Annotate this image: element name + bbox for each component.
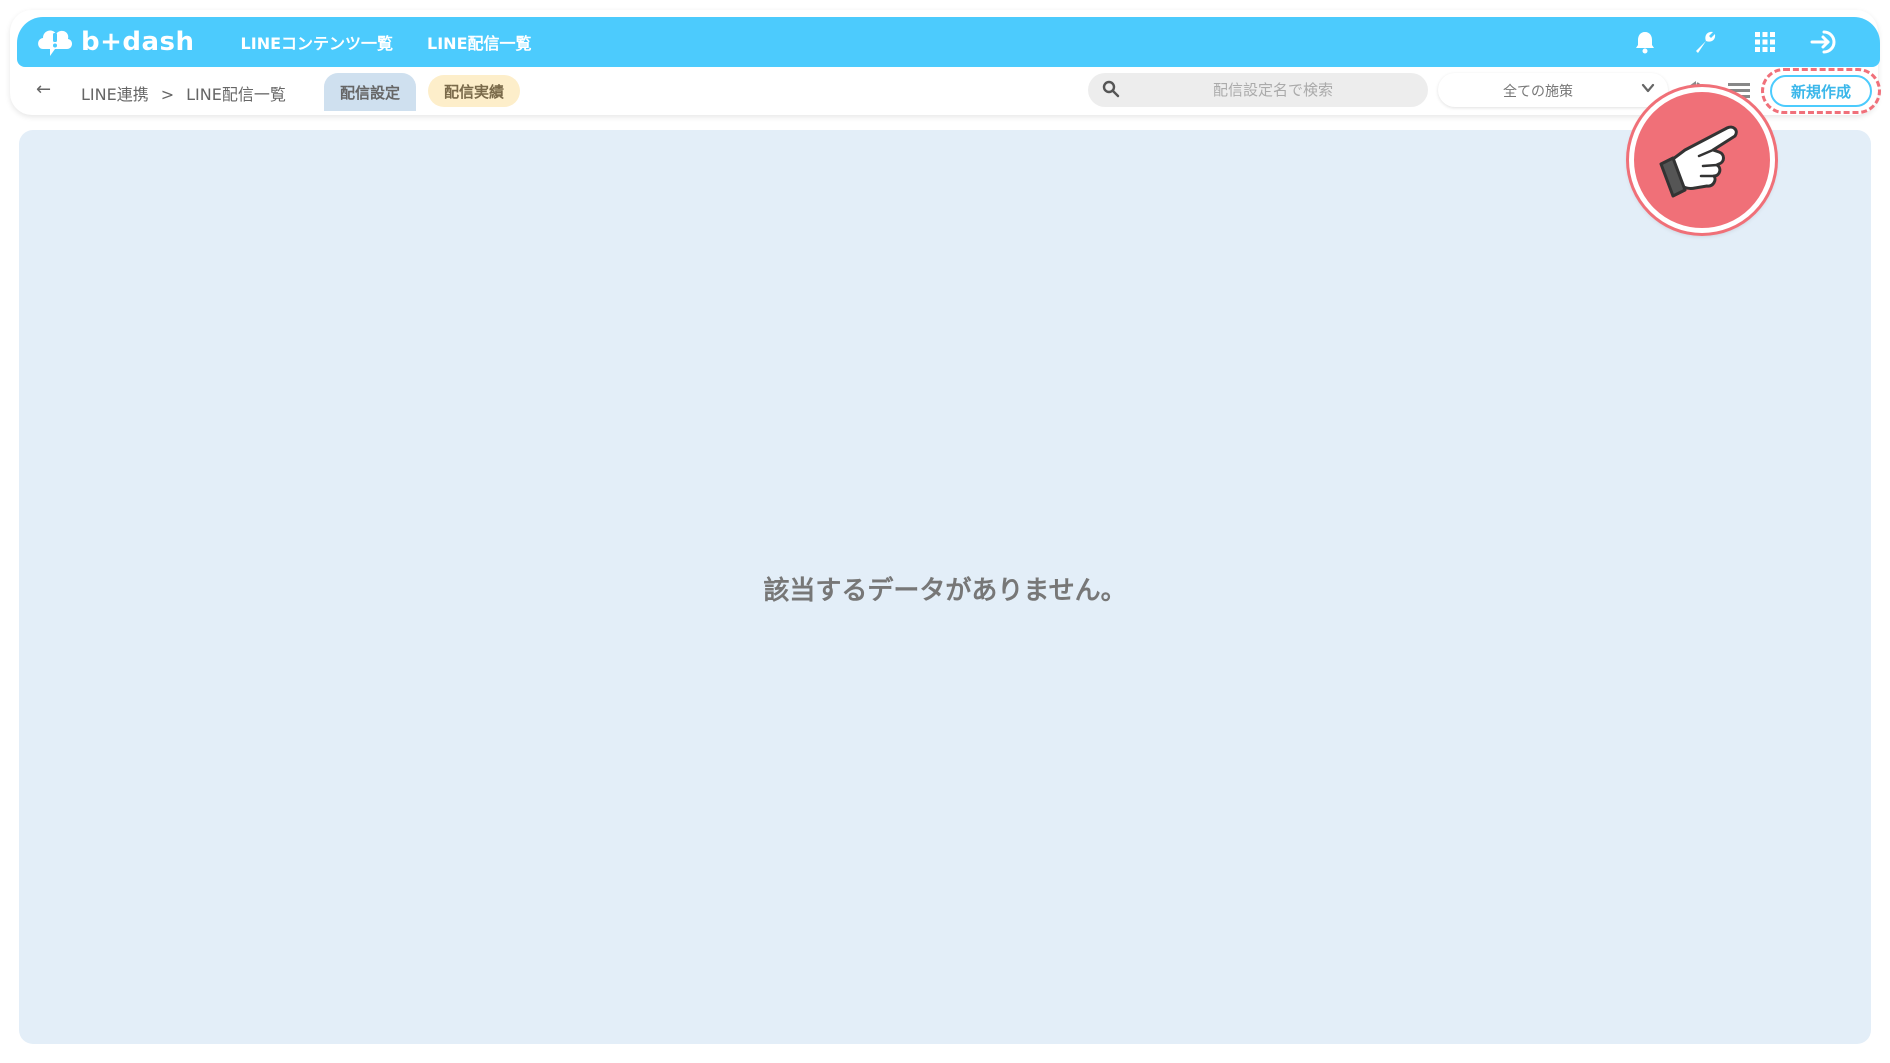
chevron-down-icon — [1641, 83, 1655, 93]
logout-icon[interactable] — [1810, 27, 1840, 57]
empty-state-message: 該当するデータがありません。 — [763, 576, 1127, 606]
search-input[interactable] — [1128, 73, 1418, 107]
search-box — [1088, 73, 1428, 107]
tab-delivery-settings[interactable]: 配信設定 — [324, 73, 417, 111]
campaign-filter-select[interactable]: 全ての施策 — [1438, 73, 1668, 107]
sub-toolbar: ← LINE連携 > LINE配信一覧 配信設定 配信実績 全ての施策 新規作成 — [10, 67, 1881, 115]
grid-apps-icon[interactable] — [1750, 27, 1780, 57]
nav-line-contents[interactable]: LINEコンテンツ一覧 — [241, 30, 393, 54]
content-area: 該当するデータがありません。 — [19, 130, 1871, 1044]
top-navigation-bar: b+dash LINEコンテンツ一覧 LINE配信一覧 — [17, 17, 1880, 67]
breadcrumb-separator: > — [160, 85, 175, 104]
wrench-icon[interactable] — [1690, 27, 1720, 57]
header-actions — [1630, 17, 1840, 67]
logo-text: b+dash — [81, 27, 195, 57]
nav-line-delivery[interactable]: LINE配信一覧 — [427, 30, 531, 54]
breadcrumb-current: LINE配信一覧 — [186, 85, 286, 104]
pointing-hand-icon — [1629, 87, 1775, 233]
tab-delivery-results[interactable]: 配信実績 — [428, 75, 521, 107]
bell-icon[interactable] — [1630, 27, 1660, 57]
filter-selected-value: 全ての施策 — [1503, 84, 1573, 100]
back-arrow-icon[interactable]: ← — [36, 79, 51, 100]
breadcrumb: LINE連携 > LINE配信一覧 — [81, 81, 286, 105]
logo-cloud-icon — [38, 30, 73, 56]
search-icon — [1102, 80, 1120, 98]
create-new-button[interactable]: 新規作成 — [1770, 75, 1872, 107]
breadcrumb-root[interactable]: LINE連携 — [81, 85, 149, 104]
logo[interactable]: b+dash — [35, 17, 195, 67]
